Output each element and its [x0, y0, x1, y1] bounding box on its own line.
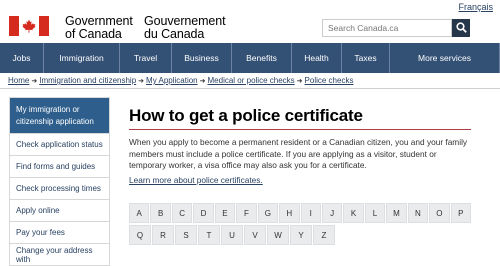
- sidebar-item-change-your-address-with[interactable]: Change your address with: [10, 244, 109, 266]
- letter-button-c[interactable]: C: [171, 203, 193, 223]
- breadcrumb-separator-icon: ➜: [296, 77, 303, 85]
- menu-item-benefits[interactable]: Benefits: [232, 43, 292, 73]
- letter-button-j[interactable]: J: [321, 203, 343, 223]
- letter-button-y[interactable]: Y: [290, 225, 312, 245]
- sidebar-nav: My immigration or citizenship applicatio…: [9, 97, 110, 266]
- title-underline: [129, 129, 471, 130]
- search-icon: [456, 22, 467, 33]
- breadcrumb-link[interactable]: Home: [8, 76, 29, 85]
- letter-button-h[interactable]: H: [279, 203, 300, 223]
- site-header: Government of Canada Gouvernement du Can…: [0, 0, 500, 42]
- sidebar-item-check-processing-times[interactable]: Check processing times: [10, 178, 109, 200]
- letter-button-z[interactable]: Z: [313, 225, 335, 245]
- breadcrumb: Home ➜ Immigration and citizenship ➜ My Appl…: [8, 75, 353, 86]
- gouvernement-du-canada-wordmark[interactable]: Gouvernement du Canada: [144, 15, 226, 41]
- letter-button-f[interactable]: F: [236, 203, 257, 223]
- letter-button-r[interactable]: R: [152, 225, 174, 245]
- sidebar-item-my-application[interactable]: My immigration or citizenship applicatio…: [10, 98, 109, 134]
- letter-button-o[interactable]: O: [429, 203, 450, 223]
- letter-button-w[interactable]: W: [267, 225, 289, 245]
- breadcrumb-link[interactable]: Police checks: [305, 76, 354, 85]
- breadcrumb-separator-icon: ➜: [138, 77, 145, 85]
- letter-button-n[interactable]: N: [407, 203, 429, 223]
- main-menu: Jobs Immigration Travel Business Benefits Hea…: [0, 43, 500, 73]
- alphabet-row-1: ABCDEFGHIJKLMNOP: [129, 203, 472, 223]
- menu-item-business[interactable]: Business: [172, 43, 232, 73]
- menu-item-taxes[interactable]: Taxes: [342, 43, 390, 73]
- menu-item-health[interactable]: Health: [292, 43, 342, 73]
- menu-item-jobs[interactable]: Jobs: [0, 43, 44, 73]
- menu-item-travel[interactable]: Travel: [120, 43, 172, 73]
- breadcrumb-separator-icon: ➜: [31, 77, 38, 85]
- letter-button-p[interactable]: P: [450, 203, 471, 223]
- letter-button-v[interactable]: V: [244, 225, 266, 245]
- letter-button-u[interactable]: U: [221, 225, 243, 245]
- page-title: How to get a police certificate: [129, 106, 363, 125]
- canada-flag-icon: [9, 16, 49, 36]
- wordmark-en-line2: of Canada: [65, 27, 122, 41]
- wordmark-fr-line2: du Canada: [144, 27, 205, 41]
- learn-more-link[interactable]: Learn more about police certificates.: [129, 175, 263, 185]
- letter-button-m[interactable]: M: [386, 203, 407, 223]
- sidebar-item-apply-online[interactable]: Apply online: [10, 200, 109, 222]
- letter-button-e[interactable]: E: [214, 203, 236, 223]
- letter-button-i[interactable]: I: [300, 203, 321, 223]
- letter-button-d[interactable]: D: [193, 203, 214, 223]
- sidebar-active-line2: citizenship application: [16, 116, 94, 126]
- intro-paragraph: When you apply to become a permanent res…: [129, 137, 468, 171]
- language-toggle-link[interactable]: Français: [458, 2, 493, 12]
- breadcrumb-separator-icon: ➜: [199, 77, 206, 85]
- search-input[interactable]: Search Canada.ca: [322, 19, 452, 37]
- letter-button-s[interactable]: S: [175, 225, 197, 245]
- sidebar-item-check-application-status[interactable]: Check application status: [10, 134, 109, 156]
- sidebar-item-find-forms-and-guides[interactable]: Find forms and guides: [10, 156, 109, 178]
- letter-button-t[interactable]: T: [198, 225, 220, 245]
- breadcrumb-divider: [0, 88, 500, 89]
- letter-button-g[interactable]: G: [257, 203, 279, 223]
- government-of-canada-wordmark[interactable]: Government of Canada: [65, 15, 133, 41]
- letter-button-l[interactable]: L: [364, 203, 386, 223]
- sidebar-item-pay-your-fees[interactable]: Pay your fees: [10, 222, 109, 244]
- alphabet-row-2: QRSTUVWYZ: [129, 225, 472, 245]
- letter-button-q[interactable]: Q: [129, 225, 151, 245]
- breadcrumb-link[interactable]: Medical or police checks: [208, 76, 295, 85]
- menu-item-immigration[interactable]: Immigration: [44, 43, 120, 73]
- breadcrumb-link[interactable]: My Application: [146, 76, 198, 85]
- country-alphabet-index: ABCDEFGHIJKLMNOP QRSTUVWYZ: [129, 203, 472, 247]
- breadcrumb-link[interactable]: Immigration and citizenship: [39, 76, 136, 85]
- search-button[interactable]: [452, 19, 470, 37]
- letter-button-k[interactable]: K: [343, 203, 364, 223]
- sidebar-active-line1: My immigration or: [16, 104, 80, 114]
- letter-button-a[interactable]: A: [129, 203, 150, 223]
- letter-button-b[interactable]: B: [150, 203, 171, 223]
- menu-item-more-services[interactable]: More services: [390, 43, 500, 73]
